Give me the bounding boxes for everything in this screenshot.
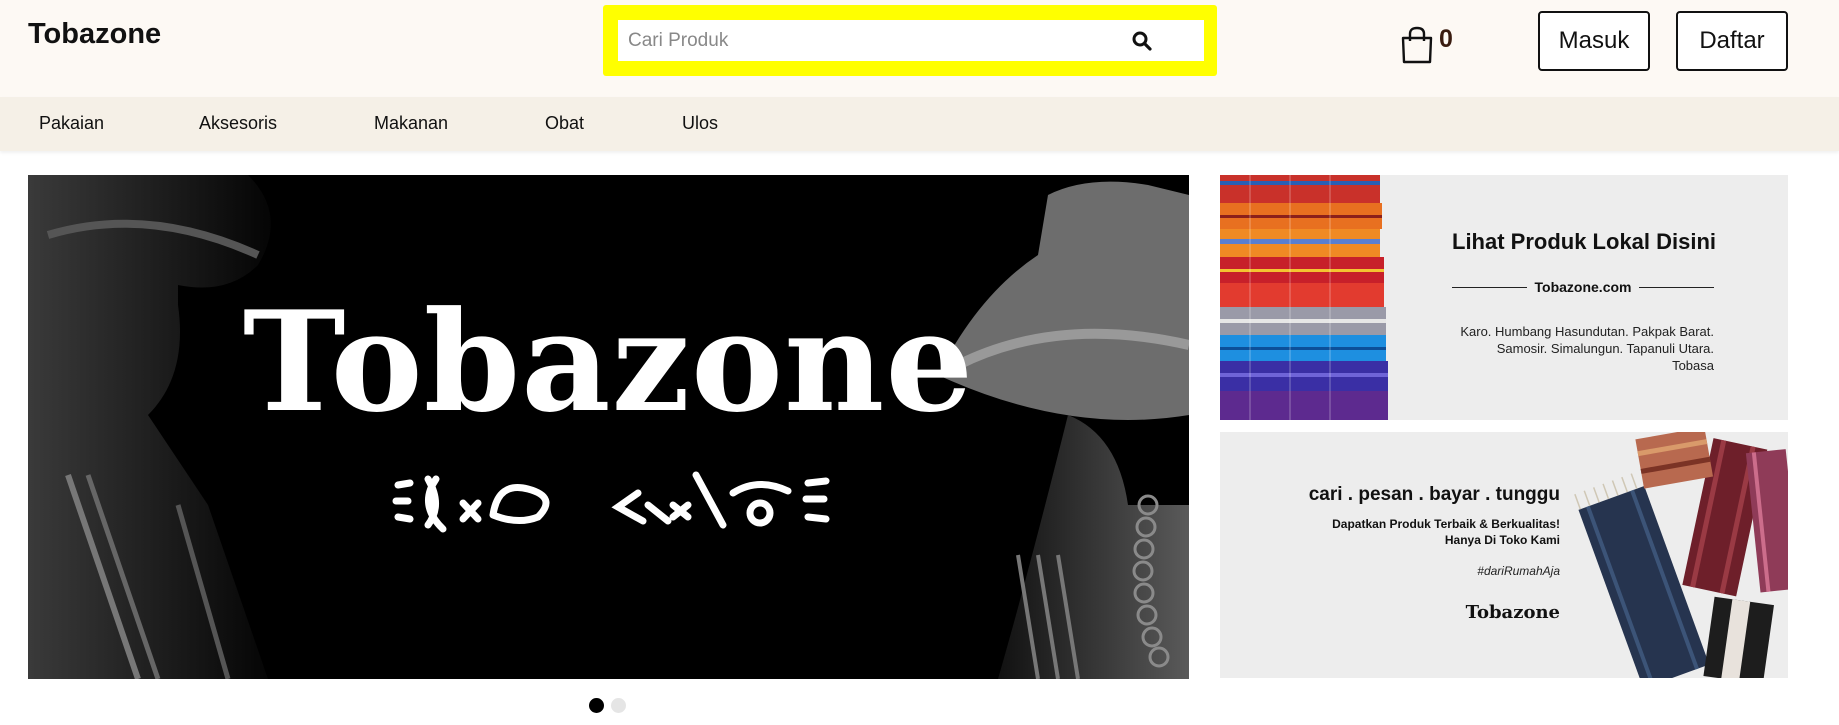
banner2-hashtag: #dariRumahAja (1477, 564, 1560, 578)
login-button[interactable]: Masuk (1538, 11, 1650, 71)
divider (1452, 286, 1527, 288)
nav-item-obat[interactable]: Obat (545, 113, 584, 134)
nav-item-aksesoris[interactable]: Aksesoris (199, 113, 277, 134)
cart-button[interactable]: 0 (1400, 24, 1460, 64)
magnifier-icon[interactable] (1132, 31, 1152, 51)
ulos-fabric-stack-image (1220, 175, 1388, 420)
banner1-url-row: Tobazone.com (1452, 279, 1714, 295)
search-bar-highlight (603, 5, 1217, 76)
banner2-subtext-line1: Dapatkan Produk Terbaik & Berkualitas! (1332, 517, 1560, 531)
batak-script-logo (392, 471, 830, 533)
banner2-brand: Tobazone (1465, 602, 1560, 623)
banner1-title: Lihat Produk Lokal Disini (1452, 229, 1717, 254)
site-logo[interactable]: Tobazone (28, 18, 161, 51)
promo-banner-local-products[interactable]: Lihat Produk Lokal Disini Tobazone.com K… (1220, 175, 1788, 420)
hero-carousel-slide[interactable]: Tobazone (28, 175, 1189, 679)
ulos-fabrics-image (1574, 432, 1788, 678)
carousel-dot-1[interactable] (589, 698, 604, 713)
promo-banner-shop-steps[interactable]: cari . pesan . bayar . tunggu Dapatkan P… (1220, 432, 1788, 678)
carousel-dot-2[interactable] (611, 698, 626, 713)
banner2-headline: cari . pesan . bayar . tunggu (1308, 484, 1560, 505)
banner1-regions: Karo. Humbang Hasundutan. Pakpak Barat. … (1452, 323, 1714, 374)
hero-title: Tobazone (242, 280, 975, 443)
divider (1639, 286, 1714, 288)
cart-count-badge: 0 (1439, 25, 1453, 53)
nav-item-makanan[interactable]: Makanan (374, 113, 448, 134)
banner2-subtext: Dapatkan Produk Terbaik & Berkualitas! H… (1240, 516, 1560, 548)
banner1-regions-line2: Samosir. Simalungun. Tapanuli Utara. Tob… (1496, 341, 1714, 373)
search-input[interactable] (618, 20, 1204, 61)
banner2-subtext-line2: Hanya Di Toko Kami (1444, 533, 1560, 547)
shopping-bag-icon (1401, 26, 1433, 64)
banner1-regions-line1: Karo. Humbang Hasundutan. Pakpak Barat. (1460, 324, 1714, 339)
carousel-indicators (589, 698, 626, 713)
site-header: Tobazone 0 Masuk Daftar (0, 0, 1839, 97)
nav-item-ulos[interactable]: Ulos (682, 113, 718, 134)
nav-item-pakaian[interactable]: Pakaian (39, 113, 104, 134)
banner1-url: Tobazone.com (1534, 279, 1632, 295)
register-button[interactable]: Daftar (1676, 11, 1788, 71)
category-nav: Pakaian Aksesoris Makanan Obat Ulos (0, 97, 1839, 151)
